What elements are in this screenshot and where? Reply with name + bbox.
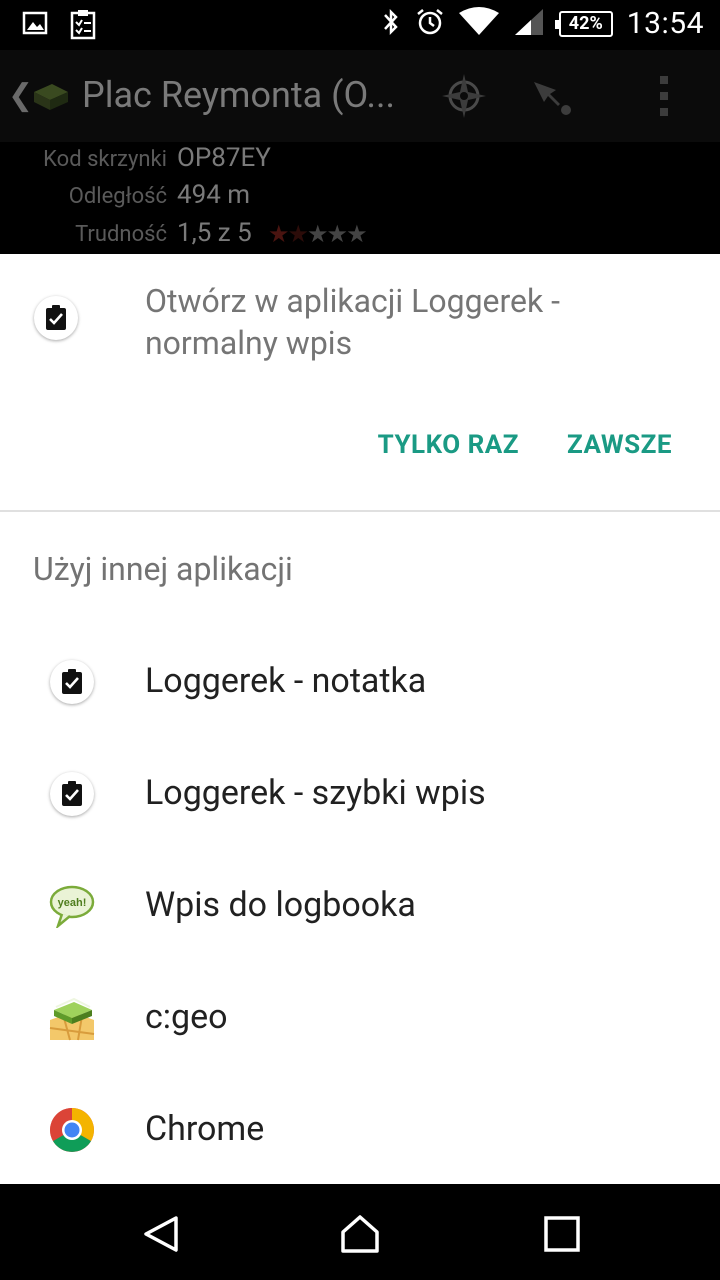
star-icon: ★ [326, 220, 348, 248]
default-app-row[interactable]: Otwórz w aplikacji Loggerek - normalny w… [0, 254, 720, 384]
default-app-label: Otwórz w aplikacji Loggerek - normalny w… [145, 282, 561, 362]
detail-row-distance: Odległość 494 m [0, 180, 720, 216]
chooser-actions: TYLKO RAZ ZAWSZE [378, 430, 672, 460]
detail-value: OP87EY [177, 143, 271, 173]
other-apps-header: Użyj innej aplikacji [33, 550, 293, 588]
app-label: Chrome [145, 1109, 265, 1149]
background-action-bar: ❮ Plac Reymonta (O... [0, 50, 720, 193]
detail-label: Odległość [68, 184, 167, 209]
clipboard-list-icon [70, 10, 96, 44]
always-button[interactable]: ZAWSZE [567, 430, 672, 460]
app-label: Wpis do logbooka [145, 885, 416, 925]
page-title: Plac Reymonta (O... [82, 74, 395, 116]
detail-row-code: Kod skrzynki OP87EY [0, 143, 720, 179]
detail-label: Kod skrzynki [43, 147, 167, 172]
svg-text:yeah!: yeah! [58, 897, 87, 909]
bluetooth-icon [381, 7, 401, 41]
clock: 13:54 [626, 6, 704, 41]
navigation-bar [0, 1184, 720, 1280]
detail-value: 1,5 z 5 [177, 218, 252, 248]
cache-details: Kod skrzynki OP87EY Odległość 494 m Trud… [0, 143, 720, 254]
cgeo-map-icon [48, 994, 96, 1042]
detail-label: Trudność [75, 222, 167, 247]
status-bar: 42% 13:54 [0, 0, 720, 50]
list-item-cgeo[interactable]: c:geo [0, 962, 720, 1074]
signal-icon [513, 7, 545, 41]
list-item-wpis-do-logbooka[interactable]: yeah! Wpis do logbooka [0, 850, 720, 962]
alarm-icon [415, 7, 445, 41]
star-icon: ★ [268, 220, 289, 248]
just-once-button[interactable]: TYLKO RAZ [378, 430, 519, 460]
difficulty-stars: ★★★★★ [268, 220, 368, 248]
battery-icon: 42% [554, 10, 613, 37]
home-icon[interactable] [340, 1214, 380, 1254]
list-item-loggerek-notatka[interactable]: Loggerek - notatka [0, 626, 720, 738]
app-label: c:geo [145, 997, 228, 1037]
app-label: Loggerek - szybki wpis [145, 773, 486, 813]
compass-icon[interactable] [440, 72, 488, 120]
star-icon: ★ [307, 220, 328, 248]
back-triangle-icon[interactable] [140, 1214, 180, 1254]
cgeo-logo-icon [30, 78, 70, 114]
loggerek-clipboard-icon [34, 296, 78, 340]
detail-value: 494 m [177, 180, 251, 210]
star-icon: ★ [346, 220, 367, 248]
detail-row-difficulty: Trudność 1,5 z 5 ★★★★★ [0, 218, 720, 254]
loggerek-clipboard-icon [48, 658, 96, 706]
star-half-icon: ★ [287, 220, 309, 248]
sheet-divider [0, 510, 720, 512]
list-item-chrome[interactable]: Chrome [0, 1074, 720, 1186]
loggerek-clipboard-icon [48, 770, 96, 818]
app-label: Loggerek - notatka [145, 661, 427, 701]
yeah-speech-bubble-icon: yeah! [48, 882, 96, 930]
wifi-icon [458, 6, 499, 41]
recents-square-icon[interactable] [542, 1214, 582, 1254]
list-item-loggerek-szybki-wpis[interactable]: Loggerek - szybki wpis [0, 738, 720, 850]
app-chooser-sheet: Otwórz w aplikacji Loggerek - normalny w… [0, 254, 720, 1184]
app-list: Loggerek - notatka Loggerek - szybki wpi… [0, 626, 720, 1186]
chrome-icon [48, 1106, 96, 1154]
overflow-menu-icon[interactable] [640, 72, 688, 120]
image-icon [22, 10, 48, 44]
navigate-arrow-icon[interactable] [530, 72, 578, 120]
